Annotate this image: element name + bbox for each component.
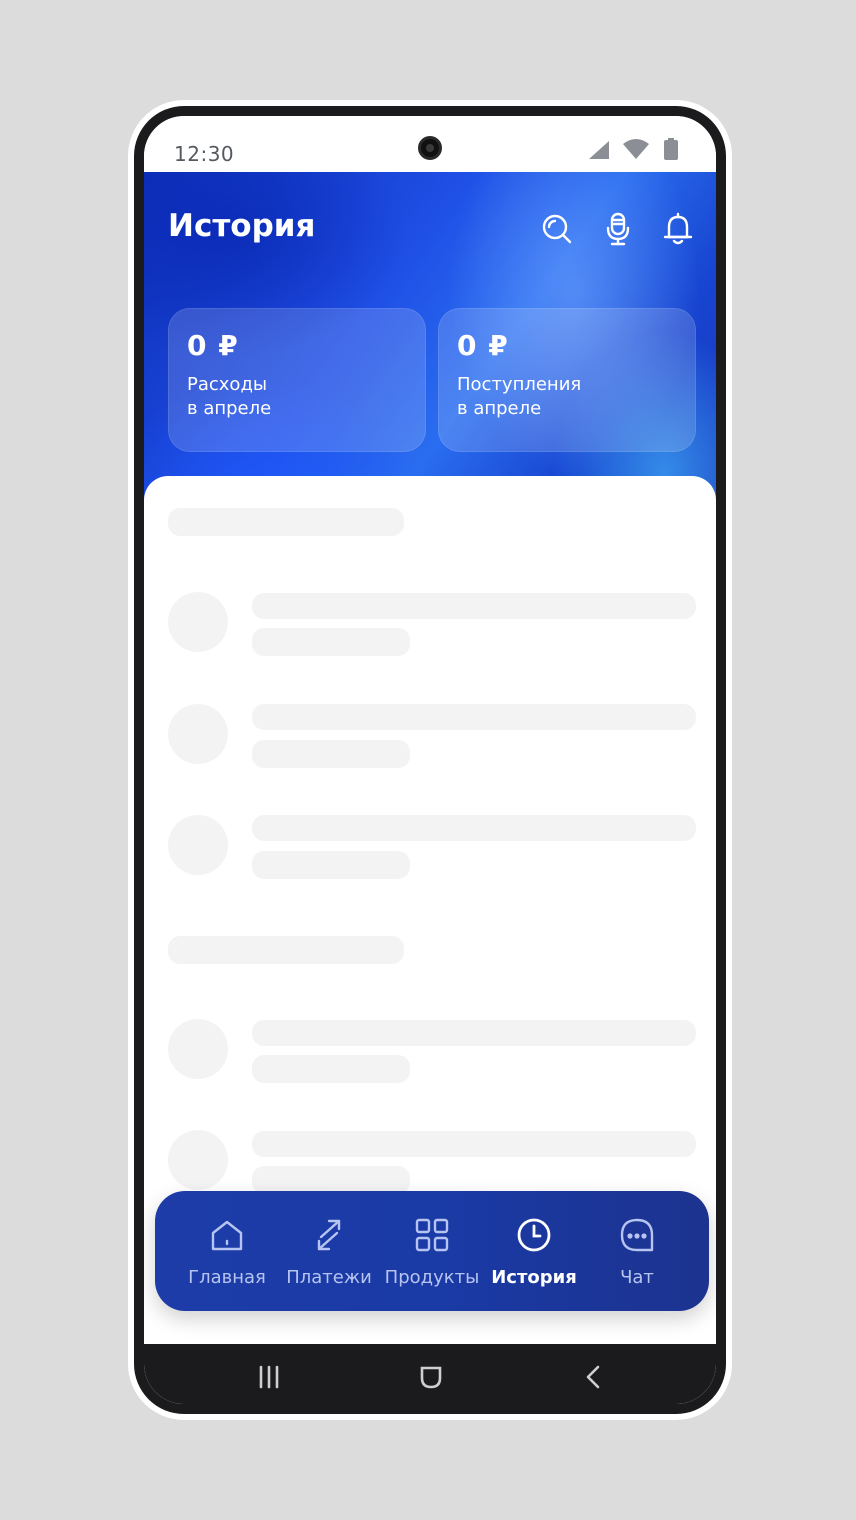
system-navigation-bar [144, 1344, 716, 1404]
page-title: История [168, 208, 316, 244]
skeleton-line [252, 628, 410, 656]
income-label: Поступления в апреле [457, 373, 581, 421]
income-card[interactable]: 0 ₽ Поступления в апреле [438, 308, 696, 452]
income-amount: 0 ₽ [457, 329, 509, 362]
transfer-arrows-icon [311, 1217, 347, 1253]
microphone-icon[interactable] [601, 212, 635, 246]
nav-label-home: Главная [188, 1267, 266, 1288]
home-button-icon[interactable] [416, 1362, 446, 1392]
skeleton-group-header [168, 508, 404, 536]
skeleton-avatar [168, 815, 228, 875]
skeleton-line [252, 740, 410, 768]
recents-icon[interactable] [254, 1362, 284, 1392]
wifi-icon [622, 138, 650, 164]
skeleton-avatar [168, 704, 228, 764]
income-label-line2: в апреле [457, 398, 542, 419]
status-bar: 12:30 [144, 116, 716, 172]
skeleton-line [252, 704, 696, 730]
skeleton-line [252, 1055, 410, 1083]
clock-icon [516, 1217, 552, 1253]
bell-icon[interactable] [661, 212, 695, 246]
nav-label-products: Продукты [384, 1267, 480, 1288]
nav-item-home[interactable]: Главная [175, 1191, 279, 1311]
front-camera [418, 136, 442, 160]
expenses-card[interactable]: 0 ₽ Расходы в апреле [168, 308, 426, 452]
nav-item-history[interactable]: История [482, 1191, 586, 1311]
status-time: 12:30 [174, 142, 235, 166]
income-label-line1: Поступления [457, 374, 582, 395]
history-header: История 0 ₽ Расходы в апреле 0 ₽ Поступл… [144, 172, 716, 502]
skeleton-line [252, 1131, 696, 1157]
skeleton-line [252, 593, 696, 619]
skeleton-line [252, 1020, 696, 1046]
home-icon [209, 1217, 245, 1253]
nav-label-payments: Платежи [286, 1267, 372, 1288]
nav-label-chat: Чат [620, 1267, 654, 1288]
app-screen: 12:30 История 0 ₽ Расходы в апреле 0 ₽ П… [144, 116, 716, 1404]
skeleton-group-header [168, 936, 404, 964]
skeleton-line [252, 815, 696, 841]
back-icon[interactable] [578, 1362, 608, 1392]
skeleton-line [252, 851, 410, 879]
bottom-navigation: Главная Платежи Продукты История Чат [155, 1191, 709, 1311]
signal-icon [588, 140, 610, 164]
nav-item-payments[interactable]: Платежи [277, 1191, 381, 1311]
skeleton-avatar [168, 1130, 228, 1190]
expenses-label-line1: Расходы [187, 374, 268, 395]
nav-item-products[interactable]: Продукты [380, 1191, 484, 1311]
battery-icon [664, 138, 678, 164]
grid-icon [414, 1217, 450, 1253]
skeleton-avatar [168, 1019, 228, 1079]
chat-bubble-icon [619, 1217, 655, 1253]
nav-label-history: История [491, 1267, 577, 1288]
expenses-label: Расходы в апреле [187, 373, 271, 421]
skeleton-line [252, 1166, 410, 1194]
nav-item-chat[interactable]: Чат [585, 1191, 689, 1311]
skeleton-avatar [168, 592, 228, 652]
expenses-amount: 0 ₽ [187, 329, 239, 362]
search-icon[interactable] [540, 212, 574, 246]
expenses-label-line2: в апреле [187, 398, 272, 419]
